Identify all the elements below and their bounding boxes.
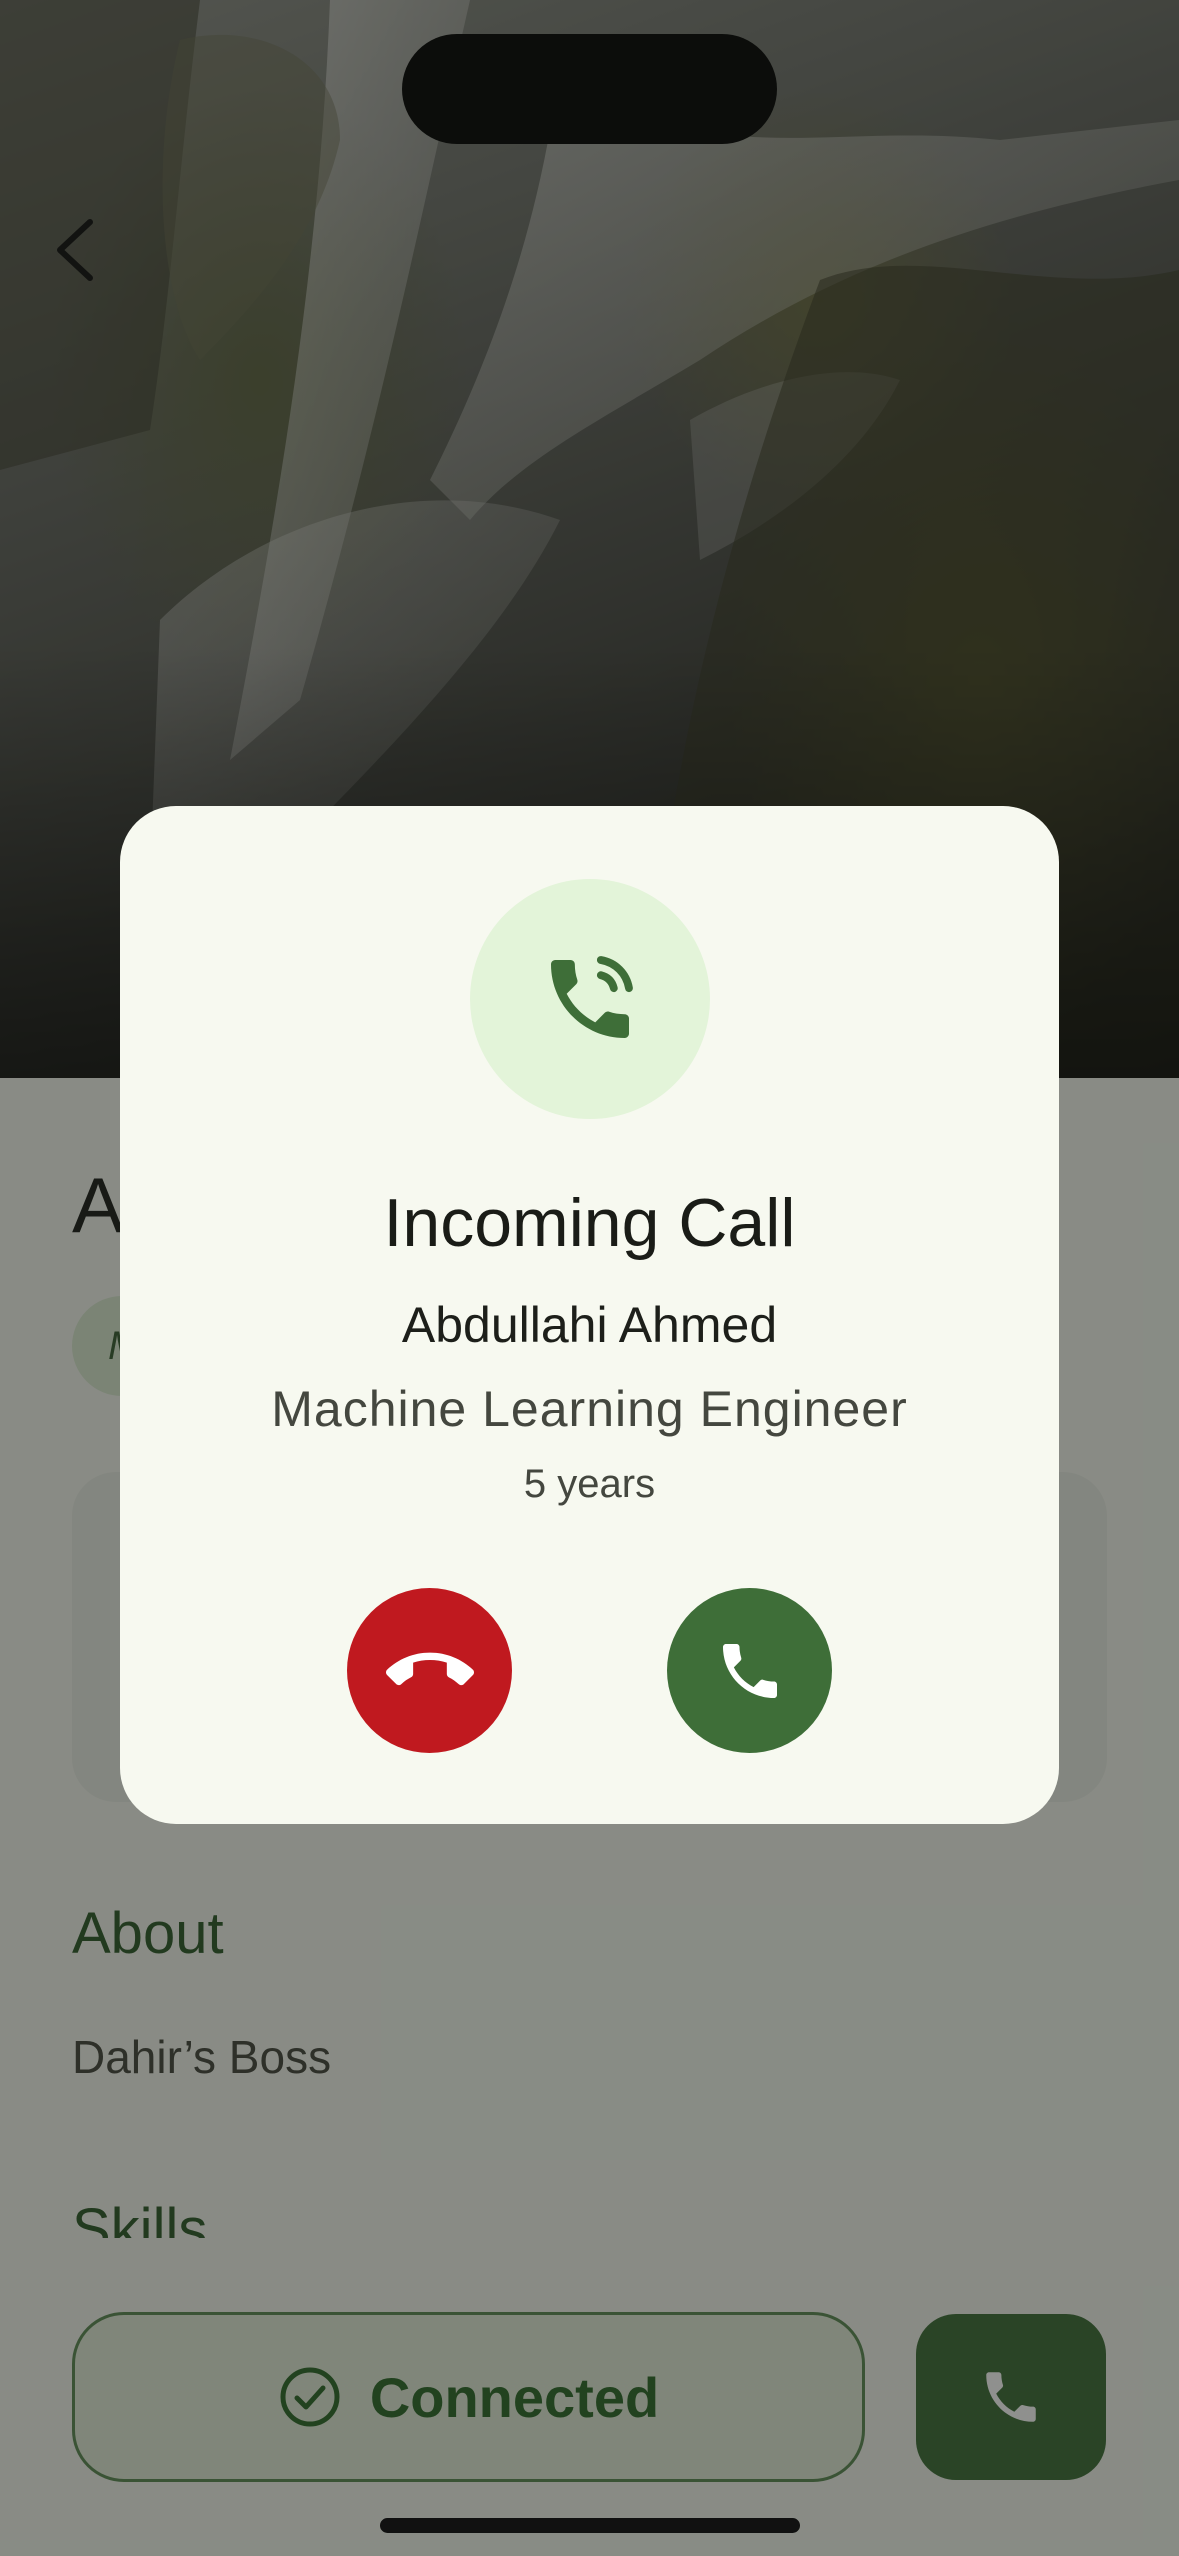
caller-experience: 5 years — [523, 1462, 656, 1506]
call-end-icon — [385, 1652, 474, 1685]
caller-name: Abdullahi Ahmed — [401, 1297, 778, 1353]
call-icon-badge — [470, 879, 710, 1119]
accept-call-button[interactable] — [667, 1588, 832, 1753]
incoming-call-dialog: Incoming Call Abdullahi Ahmed Machine Le… — [120, 806, 1059, 1824]
caller-role: Machine Learning Engineer — [271, 1381, 908, 1437]
decline-call-button[interactable] — [347, 1588, 512, 1753]
dialog-title: Incoming Call — [383, 1185, 796, 1261]
phone-icon — [722, 1643, 777, 1698]
phone-in-talk-icon — [551, 956, 633, 1038]
home-indicator[interactable] — [380, 2518, 800, 2533]
